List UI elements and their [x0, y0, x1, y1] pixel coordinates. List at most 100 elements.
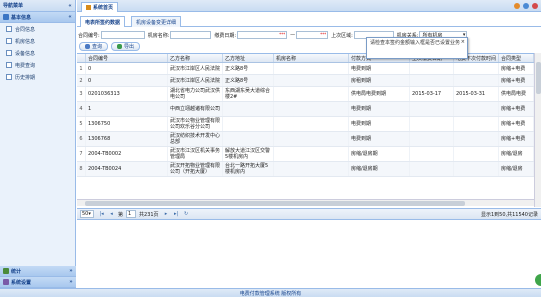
prev-page-icon[interactable]: ◂ — [108, 211, 115, 217]
table-cell: 1306750 — [86, 117, 168, 131]
room-input[interactable] — [170, 31, 212, 39]
sidebar-group-label: 统计 — [11, 268, 22, 275]
column-header[interactable]: 乙方名称 — [168, 54, 223, 62]
document-icon — [6, 38, 12, 44]
search-icon — [85, 44, 90, 49]
column-header[interactable]: 合同编号 — [86, 54, 168, 62]
export-icon — [117, 44, 123, 49]
sidebar-item-device[interactable]: 设备信息 — [0, 47, 75, 59]
table-cell: 0 — [86, 63, 168, 74]
validation-tooltip: 请检查本签约金额输入框是否已设置业务 × — [366, 37, 468, 59]
document-icon — [6, 50, 12, 56]
top-tab-bar: 系统首页 — [77, 0, 541, 12]
sidebar-item-electric-query[interactable]: 电费查询 — [0, 59, 75, 71]
table-cell: 中西立翊越诸有限公司 — [168, 102, 223, 116]
table-row[interactable]: 6 1306768 武汉纺织技术开发中心总部 电费到期 房缩+电费 — [77, 132, 534, 147]
table-cell: 2015-03-17 — [410, 87, 454, 101]
home-icon — [86, 5, 91, 10]
table-cell — [454, 75, 499, 86]
table-cell — [223, 132, 274, 146]
row-number: 7 — [77, 147, 86, 161]
column-header[interactable]: 合同类型 — [499, 54, 534, 62]
scroll-thumb[interactable] — [536, 62, 541, 94]
tab-home-label: 系统首页 — [93, 5, 114, 11]
table-cell — [454, 102, 499, 116]
table-cell: 武汉市江岸区人民法院 — [168, 63, 223, 74]
table-cell — [410, 162, 454, 176]
table-cell: 台北一路开拓大厦5楼机房内 — [223, 162, 274, 176]
column-header[interactable]: 乙方地址 — [223, 54, 274, 62]
table-cell: 2004-TB0024 — [86, 162, 168, 176]
table-cell: 0 — [86, 75, 168, 86]
query-button[interactable]: 查询 — [79, 42, 109, 51]
table-cell: 电费到期 — [349, 102, 410, 116]
document-icon — [6, 74, 12, 80]
table-cell: 房缩+电费 — [499, 75, 534, 86]
page-size-select[interactable]: 50 ▾ — [80, 210, 94, 218]
table-cell — [223, 102, 274, 116]
grid-body: 1 0 武汉市江岸区人民法院 正义路8号 电费到期 房缩+电费 2 0 武汉市江岸区人民法院 正义… — [77, 63, 534, 177]
sidebar-group-settings[interactable]: 系统设置 » — [0, 277, 76, 288]
chevron-up-icon[interactable]: « — [65, 14, 75, 20]
collapse-sidebar-icon[interactable]: « — [65, 3, 75, 9]
table-row[interactable]: 2 0 武汉市江岸区人民法院 正义路8号 房租到期 房缩+电费 — [77, 75, 534, 87]
sidebar-bottom-groups: 统计 » 系统设置 » — [0, 266, 76, 288]
table-cell: 正义路8号 — [223, 63, 274, 74]
tab-home[interactable]: 系统首页 — [81, 2, 119, 12]
contract-input[interactable] — [100, 31, 145, 39]
table-row[interactable]: 4 1 中西立翊越诸有限公司 电费到期 房缩+电费 — [77, 102, 534, 117]
table-cell — [454, 162, 499, 176]
table-cell — [223, 117, 274, 131]
logout-icon[interactable] — [532, 3, 538, 9]
sidebar-header: 导航菜单 « — [0, 0, 75, 12]
table-cell: 电费到期 — [349, 63, 410, 74]
page-number-input[interactable]: 1 — [126, 210, 137, 218]
table-row[interactable]: 3 0201036313 湖北省电力公司武汉供电公司 东西湖东吴大道综合楼2# 供电局电… — [77, 87, 534, 102]
refresh-icon[interactable]: ↻ — [183, 211, 190, 217]
document-icon — [6, 62, 12, 68]
tab-meter-contract[interactable]: 电表所签约数据 — [80, 16, 126, 27]
pay-date-start-input[interactable]: *** — [237, 31, 288, 39]
column-header[interactable]: 机房名称 — [274, 54, 349, 62]
sidebar-group-statistics[interactable]: 统计 » — [0, 266, 76, 277]
room-label: 机房名称: — [147, 32, 170, 39]
user-icon[interactable] — [523, 3, 529, 9]
export-button[interactable]: 导出 — [111, 42, 141, 51]
table-row[interactable]: 7 2004-TB0002 武汉市江汉区机关事务管理局 解放大道江汉区交警5楼机房内 房… — [77, 147, 534, 162]
close-icon[interactable]: × — [461, 39, 465, 45]
sidebar-group-basic-info[interactable]: 基本信息 « — [0, 12, 75, 23]
table-cell — [410, 63, 454, 74]
record-info: 显示1到50,共11540记录 — [480, 211, 538, 218]
tab-room-change[interactable]: 机房设备变更详细 — [131, 16, 182, 27]
table-cell: 房缩+电费 — [499, 63, 534, 74]
table-row[interactable]: 8 2004-TB0024 武汉开拓物业管理有限公司（开拓大厦） 台北一路开拓大厦5楼… — [77, 162, 534, 177]
vertical-scrollbar[interactable] — [534, 53, 541, 207]
tooltip-text: 请检查本签约金额输入框是否已设置业务 — [370, 40, 461, 46]
floating-tab[interactable] — [535, 274, 541, 286]
table-cell: 武汉市江汉区机关事务管理局 — [168, 147, 223, 161]
sidebar-item-history[interactable]: 历史排期 — [0, 71, 75, 83]
table-cell — [274, 63, 349, 74]
table-cell: 房缩+电费 — [499, 117, 534, 131]
table-row[interactable]: 5 1306750 武汉市公物业管理有限公司欢乐谷分公司 电费到期 房缩+电费 — [77, 117, 534, 132]
last-page-icon[interactable]: ▸| — [173, 211, 180, 217]
scroll-thumb[interactable] — [85, 201, 465, 206]
next-page-icon[interactable]: ▸ — [163, 211, 170, 217]
table-cell — [274, 87, 349, 101]
table-cell: 东西湖东吴大道综合楼2# — [223, 87, 274, 101]
sidebar-item-room[interactable]: 机房信息 — [0, 35, 75, 47]
sidebar-item-contract[interactable]: 合同信息 — [0, 23, 75, 35]
pay-date-end-input[interactable]: *** — [296, 31, 329, 39]
chevron-down-icon[interactable]: » — [66, 279, 76, 285]
tab-label: 机房设备变更详细 — [136, 19, 177, 26]
table-cell — [410, 75, 454, 86]
table-cell: 1306768 — [86, 132, 168, 146]
footer-text: 电费付款管理系统 版权所有 — [239, 290, 302, 297]
chevron-down-icon[interactable]: » — [66, 268, 76, 274]
first-page-icon[interactable]: |◂ — [98, 211, 105, 217]
refresh-icon[interactable] — [514, 3, 520, 9]
table-row[interactable]: 1 0 武汉市江岸区人民法院 正义路8号 电费到期 房缩+电费 — [77, 63, 534, 75]
horizontal-scrollbar[interactable] — [77, 199, 534, 206]
table-cell: 正义路8号 — [223, 75, 274, 86]
dropdown-arrow-icon: ▾ — [88, 211, 91, 217]
